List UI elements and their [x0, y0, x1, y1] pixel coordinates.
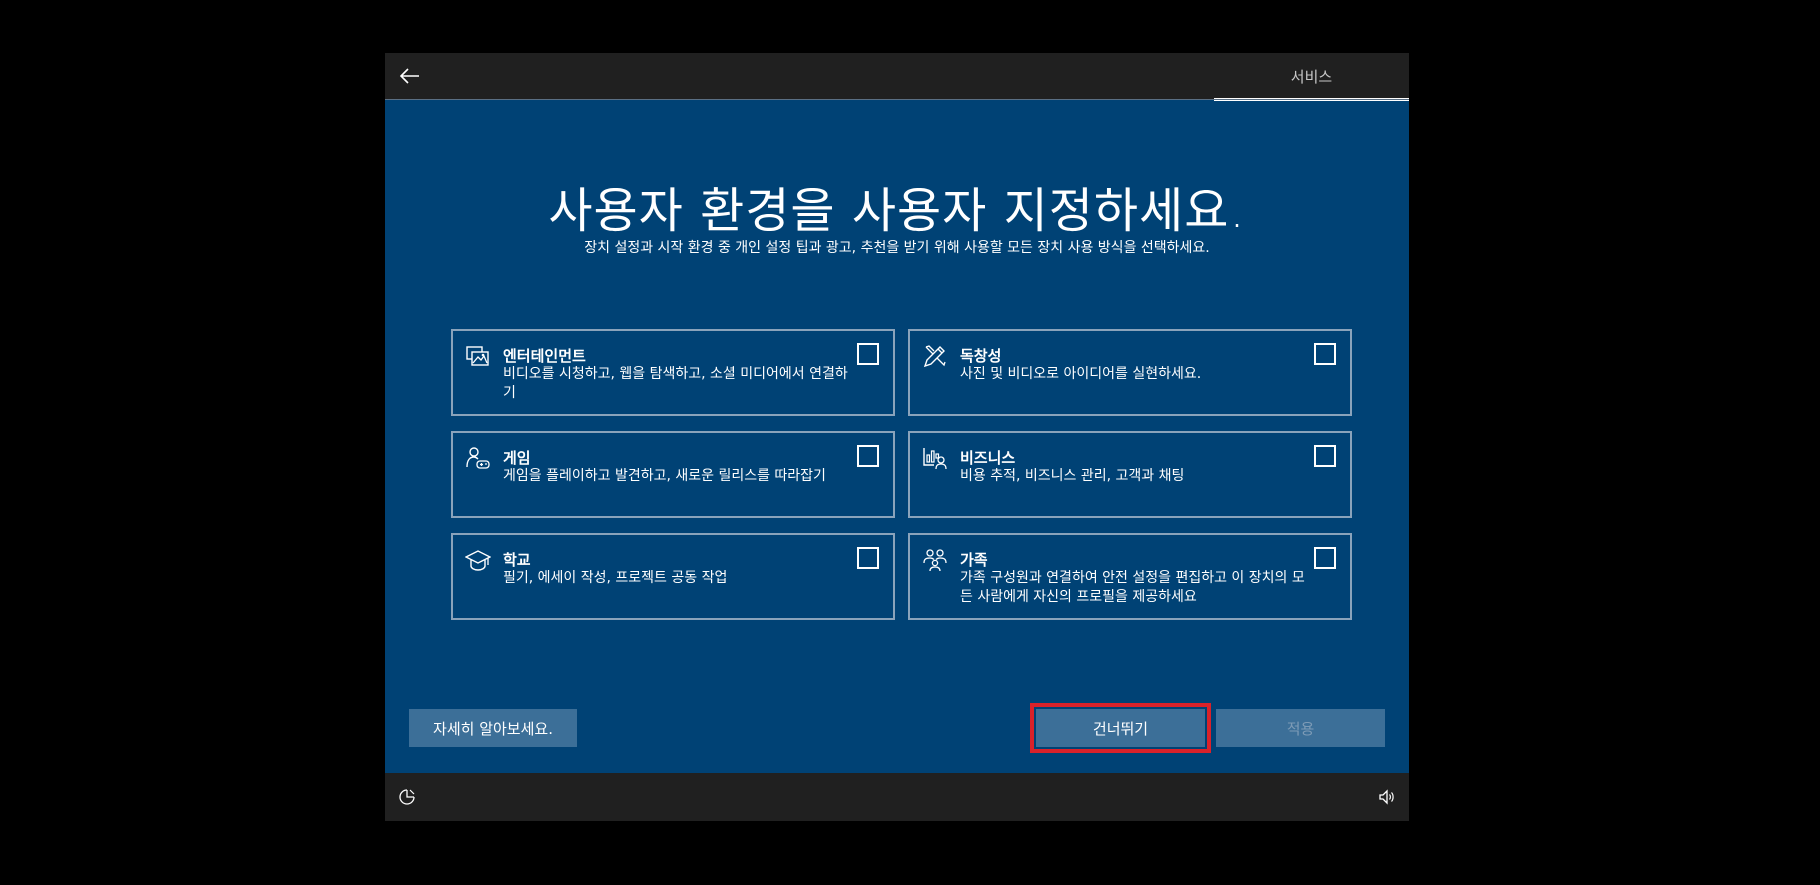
option-card-entertainment[interactable]: 엔터테인먼트 비디오를 시청하고, 웹을 탐색하고, 소셜 미디어에서 연결하기	[451, 329, 895, 416]
learn-more-button[interactable]: 자세히 알아보세요.	[409, 709, 577, 747]
option-card-school[interactable]: 학교 필기, 에세이 작성, 프로젝트 공동 작업	[451, 533, 895, 620]
business-icon	[923, 448, 947, 470]
option-title: 게임	[503, 449, 531, 467]
option-description: 비디오를 시청하고, 웹을 탐색하고, 소셜 미디어에서 연결하기	[503, 366, 848, 401]
option-title: 비즈니스	[960, 449, 1016, 467]
creativity-icon	[923, 345, 946, 368]
divider	[385, 99, 1409, 100]
family-icon	[923, 549, 947, 572]
option-description: 사진 및 비디오로 아이디어를 실현하세요.	[960, 366, 1202, 382]
school-icon	[465, 550, 491, 571]
option-title: 독창성	[960, 347, 1002, 365]
volume-icon	[1379, 789, 1394, 805]
page-title: 사용자 환경을 사용자 지정하세요.	[548, 183, 1246, 239]
option-title: 엔터테인먼트	[503, 347, 586, 365]
option-checkbox-school[interactable]	[857, 547, 879, 569]
skip-button[interactable]: 건너뛰기	[1030, 703, 1211, 753]
option-description: 비용 추적, 비즈니스 관리, 고객과 채팅	[960, 468, 1185, 484]
volume-button[interactable]	[1377, 787, 1397, 807]
option-checkbox-business[interactable]	[1314, 445, 1336, 467]
option-description: 게임을 플레이하고 발견하고, 새로운 릴리스를 따라잡기	[503, 468, 826, 484]
bottom-bar	[385, 773, 1409, 821]
option-card-business[interactable]: 비즈니스 비용 추적, 비즈니스 관리, 고객과 채팅	[908, 431, 1352, 518]
option-checkbox-gaming[interactable]	[857, 445, 879, 467]
option-checkbox-family[interactable]	[1314, 547, 1336, 569]
option-card-family[interactable]: 가족 가족 구성원과 연결하여 안전 설정을 편집하고 이 장치의 모든 사람에…	[908, 533, 1352, 620]
tab-services[interactable]: 서비스	[1214, 53, 1409, 99]
page-subtitle: 장치 설정과 시작 환경 중 개인 설정 팁과 광고, 추천을 받기 위해 사용…	[584, 240, 1210, 256]
option-description: 가족 구성원과 연결하여 안전 설정을 편집하고 이 장치의 모든 사람에게 자…	[960, 570, 1305, 605]
oobe-window: 서비스 사용자 환경을 사용자 지정하세요. 장치 설정과 시작 환경 중 개인…	[385, 53, 1409, 821]
top-bar: 서비스	[385, 53, 1409, 101]
entertainment-icon	[466, 346, 489, 366]
apply-button[interactable]: 적용	[1216, 709, 1385, 747]
accessibility-icon	[399, 789, 415, 805]
accessibility-button[interactable]	[397, 787, 417, 807]
gaming-icon	[466, 447, 490, 469]
option-card-creativity[interactable]: 독창성 사진 및 비디오로 아이디어를 실현하세요.	[908, 329, 1352, 416]
back-arrow-icon	[400, 68, 419, 84]
option-description: 필기, 에세이 작성, 프로젝트 공동 작업	[503, 570, 728, 586]
back-button[interactable]	[397, 63, 423, 89]
option-card-gaming[interactable]: 게임 게임을 플레이하고 발견하고, 새로운 릴리스를 따라잡기	[451, 431, 895, 518]
option-checkbox-entertainment[interactable]	[857, 343, 879, 365]
option-title: 학교	[503, 551, 531, 569]
option-title: 가족	[960, 551, 988, 569]
option-checkbox-creativity[interactable]	[1314, 343, 1336, 365]
